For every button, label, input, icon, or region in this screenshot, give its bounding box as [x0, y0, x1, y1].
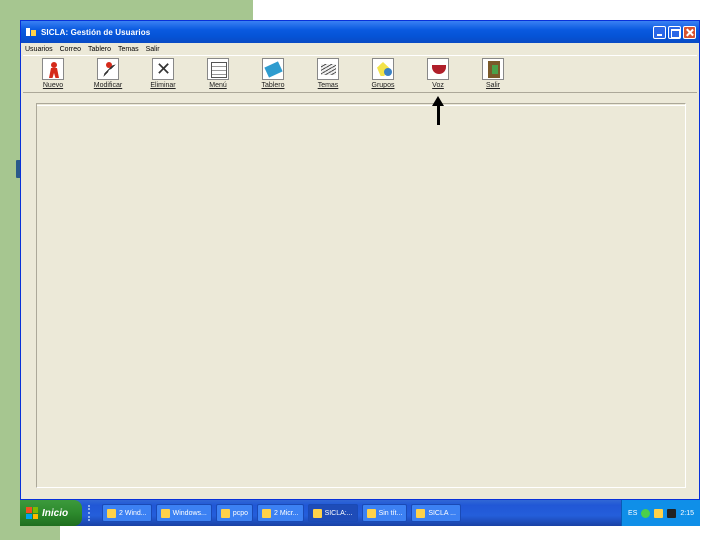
- voice-button[interactable]: Voz: [418, 58, 458, 89]
- taskbar: Inicio 2 Wind... Windows... pcpo 2 Micr.…: [20, 500, 700, 526]
- annotation-arrow-icon: [432, 96, 444, 126]
- folder-icon: [220, 508, 230, 518]
- title-bar[interactable]: SICLA: Gestión de Usuarios: [21, 21, 699, 43]
- menu-temas[interactable]: Temas: [118, 46, 139, 53]
- app-icon: [25, 26, 37, 38]
- app-window: SICLA: Gestión de Usuarios Usuarios Corr…: [20, 20, 700, 500]
- menu-salir[interactable]: Salir: [146, 46, 160, 53]
- edit-user-icon: [97, 58, 119, 80]
- board-icon: [262, 58, 284, 80]
- windows-flag-icon: [26, 507, 38, 519]
- board-button[interactable]: Tablero: [253, 58, 293, 89]
- groups-button[interactable]: Grupos: [363, 58, 403, 89]
- menu-label: Menú: [209, 82, 227, 89]
- taskbar-item[interactable]: 2 Micr...: [257, 504, 304, 522]
- network-icon[interactable]: [641, 508, 651, 518]
- new-user-label: Nuevo: [42, 82, 64, 89]
- themes-label: Temas: [317, 82, 339, 89]
- paint-icon: [366, 508, 376, 518]
- close-button[interactable]: [683, 25, 696, 39]
- toolbar: Nuevo Modificar Eliminar Menú Tablero Te…: [23, 55, 697, 93]
- content-divider: [37, 105, 685, 106]
- groups-label: Grupos: [371, 82, 395, 89]
- exit-button[interactable]: Salir: [473, 58, 513, 89]
- exit-label: Salir: [485, 82, 500, 89]
- menu-button[interactable]: Menú: [198, 58, 238, 89]
- app-icon: [416, 508, 426, 518]
- language-indicator[interactable]: ES: [628, 510, 637, 517]
- window-title: SICLA: Gestión de Usuarios: [41, 27, 151, 37]
- new-user-button[interactable]: Nuevo: [33, 58, 73, 89]
- slide-green-top-band: [60, 0, 253, 20]
- taskbar-item[interactable]: 2 Wind...: [102, 504, 152, 522]
- voice-label: Voz: [432, 82, 444, 89]
- maximize-button[interactable]: [668, 25, 681, 39]
- delete-user-icon: [152, 58, 174, 80]
- taskbar-item[interactable]: Sin tít...: [361, 504, 408, 522]
- taskbar-item[interactable]: SICLA ...: [411, 504, 461, 522]
- start-button[interactable]: Inicio: [20, 500, 82, 526]
- volume-icon[interactable]: [654, 508, 664, 518]
- groups-icon: [372, 58, 394, 80]
- menu-bar: Usuarios Correo Tablero Temas Salir: [21, 43, 699, 55]
- menu-icon: [207, 58, 229, 80]
- themes-icon: [317, 58, 339, 80]
- quick-launch-grip: [88, 505, 98, 521]
- board-label: Tablero: [261, 82, 285, 89]
- edit-user-button[interactable]: Modificar: [88, 58, 128, 89]
- minimize-button[interactable]: [653, 25, 666, 39]
- menu-correo[interactable]: Correo: [60, 46, 81, 53]
- new-user-icon: [42, 58, 64, 80]
- ie-icon: [107, 508, 116, 518]
- menu-usuarios[interactable]: Usuarios: [25, 46, 53, 53]
- main-content-area: [36, 103, 686, 488]
- delete-user-button[interactable]: Eliminar: [143, 58, 183, 89]
- menu-tablero[interactable]: Tablero: [88, 46, 111, 53]
- system-tray: ES 2:15: [621, 500, 700, 526]
- voice-icon: [427, 58, 449, 80]
- sicla-icon: [312, 508, 322, 518]
- window-controls: [653, 25, 696, 39]
- messenger-icon[interactable]: [667, 508, 677, 518]
- powerpoint-icon: [262, 508, 272, 518]
- clock: 2:15: [680, 509, 694, 517]
- windows-icon: [160, 508, 170, 518]
- taskbar-item[interactable]: Windows...: [155, 504, 212, 522]
- edit-user-label: Modificar: [93, 82, 123, 89]
- themes-button[interactable]: Temas: [308, 58, 348, 89]
- start-label: Inicio: [42, 507, 69, 519]
- taskbar-item-active[interactable]: SICLA:...: [307, 504, 358, 522]
- exit-icon: [482, 58, 504, 80]
- delete-user-label: Eliminar: [150, 82, 176, 89]
- taskbar-item[interactable]: pcpo: [215, 504, 254, 522]
